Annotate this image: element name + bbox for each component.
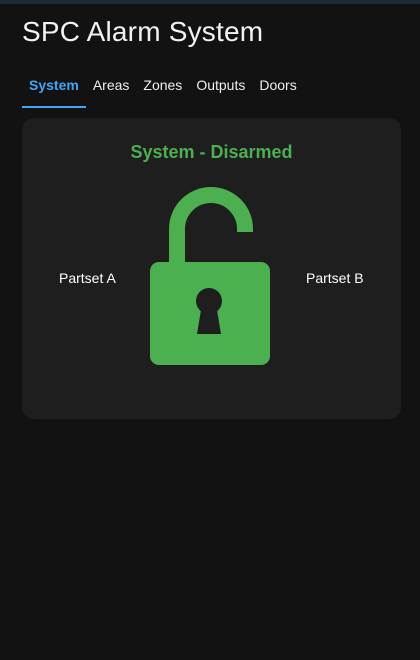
tab-outputs[interactable]: Outputs [189, 70, 252, 108]
unlocked-padlock-icon[interactable] [149, 184, 271, 366]
partset-b-button[interactable]: Partset B [306, 269, 364, 287]
padlock-shackle [169, 187, 253, 264]
tab-areas[interactable]: Areas [86, 70, 137, 108]
top-strip [0, 0, 420, 4]
tab-zones[interactable]: Zones [136, 70, 189, 108]
tab-system[interactable]: System [22, 70, 86, 108]
partset-a-button[interactable]: Partset A [59, 269, 116, 287]
system-card: System - Disarmed Partset A Partset B [22, 118, 401, 419]
system-status: System - Disarmed [130, 142, 293, 162]
tab-doors[interactable]: Doors [252, 70, 303, 108]
tab-bar: System Areas Zones Outputs Doors [22, 70, 304, 108]
app-title: SPC Alarm System [22, 16, 264, 47]
